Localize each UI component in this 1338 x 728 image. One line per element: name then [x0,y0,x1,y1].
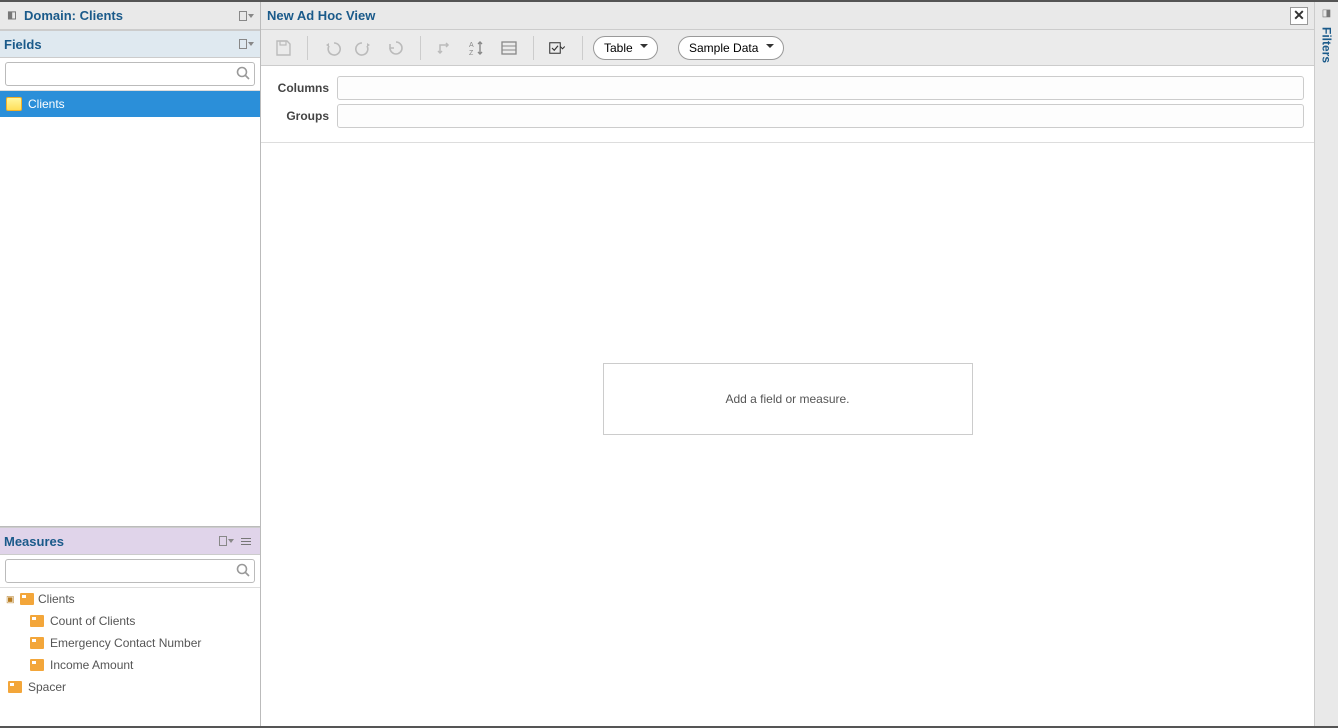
measure-label: Income Amount [50,658,133,672]
fields-tree: Clients [0,91,260,526]
main-title: New Ad Hoc View [267,8,375,23]
search-icon[interactable] [235,65,251,84]
groups-dropzone[interactable] [337,104,1304,128]
fields-options-icon[interactable] [238,37,254,51]
search-icon[interactable] [235,562,251,581]
canvas[interactable]: Add a field or measure. [261,143,1314,726]
main-area: New Ad Hoc View ✕ AZ [261,2,1314,726]
domain-collapse-icon[interactable]: ◧ [4,9,20,23]
reset-button[interactable] [382,35,410,61]
measures-title: Measures [4,534,64,549]
measure-count-of-clients[interactable]: Count of Clients [0,610,260,632]
pivot-button[interactable] [431,35,459,61]
sort-button[interactable]: AZ [463,35,491,61]
toolbar: AZ Table Sample Data [261,30,1314,66]
input-controls-button[interactable] [495,35,523,61]
left-sidebar: ◧ Domain: Clients Fields [0,2,261,726]
measure-income-amount[interactable]: Income Amount [0,654,260,676]
measures-menu-icon[interactable] [238,534,254,548]
domain-title: Domain: Clients [24,8,123,23]
measure-label: Spacer [28,680,66,694]
domain-options-icon[interactable] [238,9,254,23]
view-type-select[interactable]: Table [593,36,658,60]
measure-icon [30,659,44,671]
redo-button[interactable] [350,35,378,61]
svg-text:Z: Z [469,50,474,57]
measures-tree: ▣ Clients Count of Clients Emergency Con… [0,588,260,726]
undo-button[interactable] [318,35,346,61]
folder-icon [6,97,22,111]
columns-label: Columns [271,81,329,95]
domain-panel-header: ◧ Domain: Clients [0,2,260,30]
fields-title: Fields [4,37,42,52]
filters-label[interactable]: Filters [1320,27,1334,63]
measure-icon [30,637,44,649]
measures-group-label: Clients [38,592,75,606]
layout-band: Columns Groups [261,66,1314,143]
data-mode-select[interactable]: Sample Data [678,36,784,60]
placeholder-text: Add a field or measure. [725,392,849,406]
fields-area: Fields Clients [0,30,260,526]
measure-label: Count of Clients [50,614,135,628]
measure-icon [20,593,34,605]
fields-search-row [0,58,260,91]
measure-spacer[interactable]: Spacer [0,676,260,698]
measure-icon [8,681,22,693]
measure-label: Emergency Contact Number [50,636,201,650]
save-button[interactable] [269,35,297,61]
measures-panel-header: Measures [0,527,260,555]
measure-icon [30,615,44,627]
fields-search-input[interactable] [5,62,255,86]
canvas-placeholder: Add a field or measure. [603,363,973,435]
fields-tree-item-clients[interactable]: Clients [0,91,260,117]
measure-emergency-contact-number[interactable]: Emergency Contact Number [0,632,260,654]
filters-expand-icon[interactable]: ◨ [1322,8,1331,19]
collapse-tree-icon[interactable]: ▣ [6,594,16,605]
columns-dropzone[interactable] [337,76,1304,100]
svg-text:A: A [469,42,474,49]
display-options-button[interactable] [544,35,572,61]
groups-label: Groups [271,109,329,123]
main-header: New Ad Hoc View ✕ [261,2,1314,30]
fields-item-label: Clients [28,97,65,111]
filters-panel: ◨ Filters [1314,2,1338,726]
fields-panel-header: Fields [0,30,260,58]
measures-group-clients[interactable]: ▣ Clients [0,588,260,610]
measures-search-row [0,555,260,588]
measures-area: Measures ▣ [0,526,260,726]
measures-options-icon[interactable] [218,534,234,548]
measures-search-input[interactable] [5,559,255,583]
close-button[interactable]: ✕ [1290,7,1308,25]
